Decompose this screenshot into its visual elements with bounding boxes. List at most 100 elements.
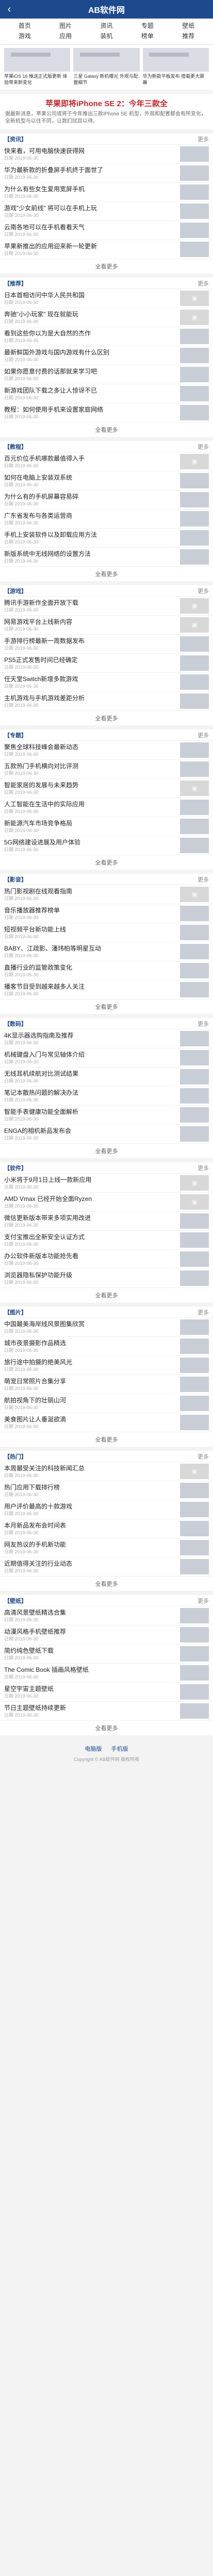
- item-title[interactable]: 智能家居的发展与未来趋势: [4, 781, 177, 789]
- list-item[interactable]: 五款热门手机横向对比评测 日期 2019-06-30: [0, 760, 213, 779]
- load-more-button[interactable]: 全看更多: [0, 855, 213, 870]
- list-item[interactable]: 微信更新版本带来多项实用改进 日期 2019-06-30: [0, 1212, 213, 1231]
- item-title[interactable]: 如何在电脑上安装双系统: [4, 473, 177, 482]
- item-thumbnail[interactable]: [180, 1232, 209, 1248]
- image-placeholder-icon[interactable]: [180, 1464, 209, 1479]
- item-title[interactable]: 萌宠日常照片合集分享: [4, 1377, 177, 1385]
- banner-caption[interactable]: 华为新款平板发布 搭载更大屏幕: [143, 73, 209, 86]
- load-more-button[interactable]: 全看更多: [0, 1144, 213, 1158]
- section-more-link[interactable]: 更多: [198, 443, 209, 451]
- item-title[interactable]: 笔记本散热问题的解决办法: [4, 1089, 177, 1097]
- list-item[interactable]: 网友热议的手机新功能 日期 2019-06-30: [0, 1538, 213, 1557]
- list-item[interactable]: 聚焦全球科技峰会最新动态 日期 2019-06-30: [0, 741, 213, 760]
- load-more-button[interactable]: 全看更多: [0, 1288, 213, 1302]
- item-title[interactable]: 快来看，可用电脑快速获得网: [4, 147, 177, 155]
- item-thumbnail[interactable]: [180, 549, 209, 565]
- list-item[interactable]: 星空宇宙主题壁纸 日期 2019-06-30: [0, 1683, 213, 1702]
- item-title[interactable]: AMD Vmax 已经开始全面Ryzen: [4, 1195, 177, 1203]
- item-thumbnail[interactable]: [180, 530, 209, 546]
- list-item[interactable]: 腾讯手游新作全面开放下载 日期 2019-06-30: [0, 597, 213, 616]
- item-thumbnail[interactable]: [180, 838, 209, 853]
- item-title[interactable]: 动漫风格手机壁纸推荐: [4, 1628, 177, 1636]
- item-title[interactable]: 如果你愿意付费的话那就来学习吧: [4, 367, 177, 376]
- item-title[interactable]: 无线耳机续航对比测试结果: [4, 1070, 177, 1078]
- item-title[interactable]: 看到这些你以为是大自然的杰作: [4, 329, 177, 337]
- list-item[interactable]: 动漫风格手机壁纸推荐 日期 2019-06-30: [0, 1625, 213, 1645]
- item-title[interactable]: 旅行途中拍摄的绝美风光: [4, 1358, 177, 1366]
- item-thumbnail[interactable]: [180, 636, 209, 652]
- list-item[interactable]: 奔驰"小小玩家" 现在就能玩 日期 2019-06-30: [0, 308, 213, 327]
- item-title[interactable]: 为什么有些女生爱用宽屏手机: [4, 185, 177, 193]
- item-title[interactable]: 5G网络建设进展及用户体验: [4, 838, 177, 846]
- list-item[interactable]: 为什么有的手机屏幕容易碎 日期 2019-06-30: [0, 490, 213, 510]
- item-thumbnail[interactable]: [180, 1031, 209, 1046]
- list-item[interactable]: 航拍视角下的壮丽山河 日期 2019-06-30: [0, 1394, 213, 1413]
- headline-block[interactable]: 苹果即将iPhone SE 2：今年三款全 据最新消息，苹果公司或将于今年推出三…: [0, 94, 213, 129]
- nav-item[interactable]: 推荐: [168, 32, 209, 40]
- list-item[interactable]: 萌宠日常照片合集分享 日期 2019-06-30: [0, 1375, 213, 1394]
- item-thumbnail[interactable]: [180, 761, 209, 777]
- item-title[interactable]: 华为最新款的折叠屏手机终于面世了: [4, 166, 177, 174]
- item-title[interactable]: 热门影视剧在线观看指南: [4, 887, 177, 895]
- list-item[interactable]: 城市夜景摄影作品精选 日期 2019-06-30: [0, 1337, 213, 1356]
- list-item[interactable]: PS5正式发售时间已经确定 日期 2019-06-30: [0, 654, 213, 673]
- item-thumbnail[interactable]: [180, 674, 209, 690]
- load-more-button[interactable]: 全看更多: [0, 1432, 213, 1447]
- item-title[interactable]: 航拍视角下的壮丽山河: [4, 1396, 177, 1404]
- item-title[interactable]: 智能手表健康功能全面解析: [4, 1108, 177, 1116]
- item-title[interactable]: 用户评价最高的十款游戏: [4, 1502, 177, 1511]
- banner-image[interactable]: [4, 48, 71, 72]
- item-thumbnail[interactable]: [180, 1251, 209, 1267]
- item-thumbnail[interactable]: [180, 742, 209, 758]
- item-title[interactable]: 新版系统中无线网络的设置方法: [4, 550, 177, 558]
- item-title[interactable]: 腾讯手游新作全面开放下载: [4, 599, 177, 607]
- list-item[interactable]: 看到这些你以为是大自然的杰作 日期 2019-06-30: [0, 327, 213, 346]
- item-title[interactable]: 聚焦全球科技峰会最新动态: [4, 743, 177, 751]
- list-item[interactable]: 热门应用下载排行榜 日期 2019-06-30: [0, 1481, 213, 1500]
- item-thumbnail[interactable]: [180, 1559, 209, 1574]
- item-title[interactable]: 日本首相访问中华人民共和国: [4, 291, 177, 299]
- item-title[interactable]: 直播行业的监管政策变化: [4, 963, 177, 972]
- nav-item[interactable]: 榜单: [127, 32, 168, 40]
- image-placeholder-icon[interactable]: [180, 617, 209, 633]
- list-item[interactable]: 新能源汽车市场竞争格局 日期 2019-06-30: [0, 817, 213, 836]
- item-thumbnail[interactable]: [180, 1396, 209, 1411]
- list-item[interactable]: 机械键盘入门与常见轴体介绍 日期 2019-06-30: [0, 1048, 213, 1067]
- load-more-button[interactable]: 全看更多: [0, 1577, 213, 1591]
- list-item[interactable]: 简约纯色壁纸下载 日期 2019-06-30: [0, 1645, 213, 1664]
- banner-caption[interactable]: 三星 Galaxy 新机曝光 外观与配置细节: [73, 73, 139, 86]
- list-item[interactable]: 音乐播放器推荐榜单 日期 2019-06-30: [0, 904, 213, 923]
- list-item[interactable]: 新版系统中无线网络的设置方法 日期 2019-06-30: [0, 548, 213, 567]
- list-item[interactable]: 主机游戏与手机游戏差距分析 日期 2019-06-30: [0, 692, 213, 711]
- list-item[interactable]: 日本首相访问中华人民共和国 日期 2019-06-30: [0, 289, 213, 308]
- item-thumbnail[interactable]: [180, 184, 209, 200]
- section-more-link[interactable]: 更多: [198, 1164, 209, 1172]
- item-title[interactable]: 苹果新推出的应用迎来新一轮更新: [4, 242, 177, 250]
- item-thumbnail[interactable]: [180, 1684, 209, 1700]
- image-placeholder-icon[interactable]: [180, 1175, 209, 1191]
- list-item[interactable]: 任天堂Switch新增多款游戏 日期 2019-06-30: [0, 673, 213, 692]
- item-thumbnail[interactable]: [180, 1415, 209, 1430]
- list-item[interactable]: 网易游戏平台上线新内容 日期 2019-06-30: [0, 616, 213, 635]
- item-thumbnail[interactable]: [180, 165, 209, 181]
- item-title[interactable]: 美食图片让人垂涎欲滴: [4, 1415, 177, 1423]
- item-thumbnail[interactable]: [180, 1319, 209, 1335]
- load-more-button[interactable]: 全看更多: [0, 1721, 213, 1735]
- item-thumbnail[interactable]: [180, 1627, 209, 1642]
- list-item[interactable]: 浏览器隐私保护功能升级 日期 2019-06-30: [0, 1269, 213, 1288]
- list-item[interactable]: 美食图片让人垂涎欲滴 日期 2019-06-30: [0, 1413, 213, 1432]
- item-thumbnail[interactable]: [180, 1213, 209, 1229]
- item-title[interactable]: 本周最受关注的科技新闻汇总: [4, 1464, 177, 1472]
- item-title[interactable]: 百元价位手机哪款最值得入手: [4, 454, 177, 463]
- section-more-link[interactable]: 更多: [198, 587, 209, 595]
- item-title[interactable]: 浏览器隐私保护功能升级: [4, 1271, 177, 1279]
- list-item[interactable]: 快来看，可用电脑快速获得网 日期 2019-06-30: [0, 145, 213, 164]
- item-title[interactable]: 游戏"少女前线" 将可以在手机上玩: [4, 204, 177, 212]
- item-thumbnail[interactable]: [180, 386, 209, 401]
- item-thumbnail[interactable]: [180, 405, 209, 420]
- image-placeholder-icon[interactable]: [180, 310, 209, 325]
- item-thumbnail[interactable]: [180, 511, 209, 527]
- item-title[interactable]: 简约纯色壁纸下载: [4, 1647, 177, 1655]
- list-item[interactable]: 手机上安装软件以及卸载应用方法 日期 2019-06-30: [0, 529, 213, 548]
- item-title[interactable]: 网友热议的手机新功能: [4, 1540, 177, 1549]
